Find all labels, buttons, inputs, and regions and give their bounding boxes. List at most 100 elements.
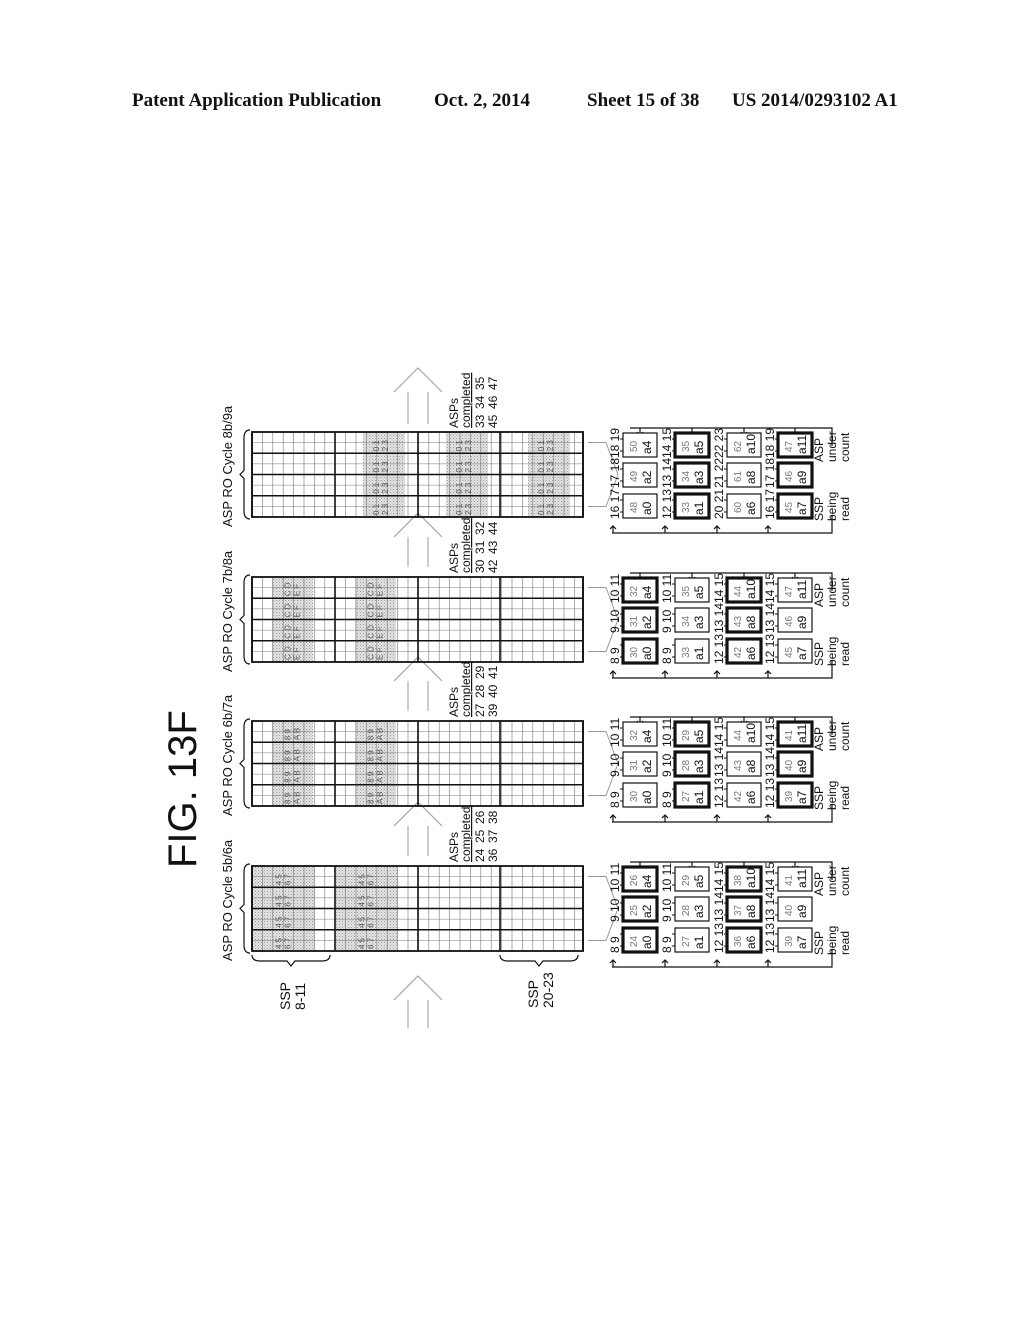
ssp-input-label: 9 10 xyxy=(608,609,622,633)
ssp-being-read-label: read xyxy=(838,642,852,666)
ssp-input-label: 14 15 xyxy=(763,862,777,892)
asp-id: 31 xyxy=(629,759,640,771)
cell-label: C D xyxy=(367,604,376,618)
cell-label: 0 1 xyxy=(537,440,546,452)
cell-label: 6 7 xyxy=(284,895,293,907)
cell-label: 6 7 xyxy=(367,874,376,886)
asp-name: a2 xyxy=(640,759,654,773)
asps-completed-value: 47 xyxy=(486,376,500,390)
cell-label: C D xyxy=(367,646,376,660)
cell-label: 6 7 xyxy=(284,937,293,949)
asp-name: a6 xyxy=(744,501,758,515)
asp-name: a2 xyxy=(640,904,654,918)
asp-name: a9 xyxy=(795,759,809,773)
ssp-input-label: 21 22 xyxy=(712,458,726,488)
ssp-input-label: 14 15 xyxy=(712,573,726,603)
up-arrow-icon xyxy=(609,525,617,533)
ssp-input-label: 22 23 xyxy=(712,428,726,458)
asp-name: a4 xyxy=(640,874,654,888)
up-arrow-icon xyxy=(609,814,617,822)
cell-label: 4 5 xyxy=(275,874,284,886)
asp-id: 48 xyxy=(629,501,640,513)
asp-under-count-label: count xyxy=(838,577,852,607)
asp-name: a0 xyxy=(640,935,654,949)
asp-id: 41 xyxy=(784,729,795,741)
ssp-input-label: 13 14 xyxy=(763,747,777,777)
asp-id: 30 xyxy=(629,790,640,802)
asp-name: a4 xyxy=(640,585,654,599)
asp-id: 27 xyxy=(681,935,692,947)
cell-label: A B xyxy=(293,792,302,804)
asp-id: 32 xyxy=(629,729,640,741)
asps-completed-label: completed xyxy=(459,807,473,862)
ssp-input-label: 14 15 xyxy=(660,428,674,458)
cell-label: C D xyxy=(284,625,293,639)
cell-label: 0 1 xyxy=(455,503,464,515)
asp-id: 42 xyxy=(733,790,744,802)
ssp-being-read-label: read xyxy=(838,786,852,810)
asp-id: 25 xyxy=(629,904,640,916)
asp-name: a5 xyxy=(692,585,706,599)
ssp-input-label: 10 11 xyxy=(660,718,674,747)
asps-completed-value: 39 xyxy=(486,703,500,717)
up-arrow-icon xyxy=(764,525,772,533)
cell-label: 6 7 xyxy=(367,916,376,928)
up-arrow-icon xyxy=(661,525,669,533)
asp-name: a5 xyxy=(692,729,706,743)
asp-id: 45 xyxy=(784,501,795,513)
up-arrow-icon xyxy=(609,670,617,678)
cell-label: A B xyxy=(376,770,385,782)
ssp-being-read-label: SSP xyxy=(812,497,826,521)
asp-under-count-label: count xyxy=(838,721,852,751)
asp-id: 30 xyxy=(629,646,640,658)
cell-label: 0 1 xyxy=(372,461,381,473)
up-arrow-icon xyxy=(661,670,669,678)
ssp-being-read-label: SSP xyxy=(812,642,826,666)
cell-label: A B xyxy=(293,749,302,761)
cell-label: 8 9 xyxy=(367,792,376,804)
cell-label: 6 7 xyxy=(284,874,293,886)
ssp-being-read-label: being xyxy=(825,637,839,666)
cell-label: E F xyxy=(293,626,302,639)
ssp-input-label: 10 11 xyxy=(608,574,622,603)
ssp-being-read-label: SSP xyxy=(812,786,826,810)
asp-name: a0 xyxy=(640,501,654,515)
asp-under-count-label: count xyxy=(838,866,852,896)
asp-under-count-label: under xyxy=(825,431,839,462)
ssp-input-label: 10 11 xyxy=(608,863,622,892)
asps-completed-value: 43 xyxy=(486,540,500,554)
asp-name: a11 xyxy=(795,580,809,599)
asp-name: a3 xyxy=(692,615,706,629)
up-arrow-icon xyxy=(764,814,772,822)
ssp-input-label: 12 13 xyxy=(712,923,726,953)
ssp-input-label: 8 9 xyxy=(608,647,622,664)
asp-name: a7 xyxy=(795,501,809,515)
asp-id: 39 xyxy=(784,790,795,802)
ssp-input-label: 12 13 xyxy=(763,634,777,664)
cell-label: E F xyxy=(293,584,302,597)
asp-name: a5 xyxy=(692,440,706,454)
cell-label: 6 7 xyxy=(367,937,376,949)
asp-id: 47 xyxy=(784,585,795,597)
ssp-input-label: 17 18 xyxy=(608,458,622,488)
ssp-input-label: 10 11 xyxy=(660,574,674,603)
asp-name: a10 xyxy=(744,723,758,743)
cell-label: A B xyxy=(376,749,385,761)
cell-label: A B xyxy=(376,792,385,804)
asp-name: a7 xyxy=(795,790,809,804)
asps-completed-value: 41 xyxy=(486,665,500,679)
up-arrow-icon xyxy=(393,656,443,711)
up-arrow-icon xyxy=(609,959,617,967)
asp-name: a11 xyxy=(795,869,809,888)
up-arrow-icon xyxy=(713,959,721,967)
ssp-input-label: 17 18 xyxy=(763,458,777,488)
cell-label: 4 5 xyxy=(358,937,367,949)
cell-label: 2 3 xyxy=(546,503,555,515)
asp-id: 40 xyxy=(784,904,795,916)
cell-label: 6 7 xyxy=(284,916,293,928)
ssp-input-label: 8 9 xyxy=(660,647,674,664)
asps-completed-value: 36 xyxy=(486,848,500,862)
cell-label: 0 1 xyxy=(372,440,381,452)
asp-id: 45 xyxy=(784,646,795,658)
asp-id: 28 xyxy=(681,759,692,771)
